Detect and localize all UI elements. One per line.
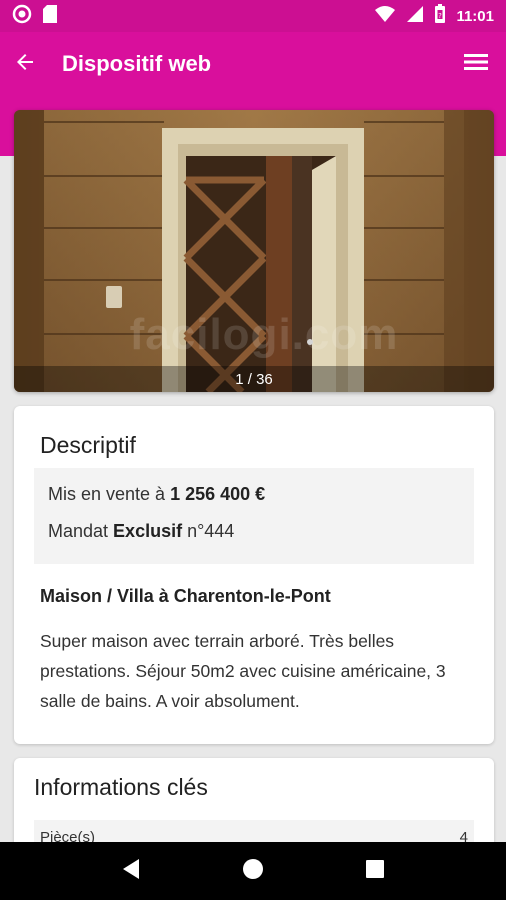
battery-icon: ? — [434, 3, 446, 29]
notification-icon — [12, 4, 32, 29]
price-box: Mis en vente à 1 256 400 € Mandat Exclus… — [34, 468, 474, 564]
arrow-left-icon — [13, 50, 37, 79]
description-card: Descriptif Mis en vente à 1 256 400 € Ma… — [14, 406, 494, 744]
back-triangle-icon — [121, 858, 141, 885]
system-nav-bar — [0, 842, 506, 900]
sd-card-icon — [42, 4, 58, 29]
property-title: Maison / Villa à Charenton-le-Pont — [40, 586, 331, 606]
nav-back-button[interactable] — [111, 851, 151, 891]
recents-square-icon — [365, 859, 385, 884]
price-prefix: Mis en vente à — [48, 484, 171, 504]
photo-counter-bar: 1 / 36 — [14, 366, 494, 392]
signal-icon — [406, 5, 424, 28]
price-value: 1 256 400 € — [170, 484, 266, 504]
key-info-heading: Informations clés — [34, 774, 208, 800]
nav-recents-button[interactable] — [355, 851, 395, 891]
price-line: Mis en vente à 1 256 400 € — [48, 484, 265, 505]
svg-text:?: ? — [439, 12, 443, 20]
mandate-type: Exclusif — [113, 521, 183, 541]
nav-home-button[interactable] — [233, 851, 273, 891]
status-bar: ? 11:01 — [0, 0, 506, 32]
page-title: Dispositif web — [62, 51, 212, 76]
photo-counter: 1 / 36 — [235, 370, 273, 388]
menu-button[interactable] — [446, 32, 506, 96]
home-circle-icon — [242, 858, 264, 885]
wifi-icon — [374, 5, 396, 28]
property-description: Super maison avec terrain arboré. Très b… — [40, 631, 446, 711]
menu-icon — [464, 50, 488, 79]
mandate-line: Mandat Exclusif n°444 — [48, 521, 234, 542]
app-bar: Dispositif web — [0, 32, 506, 96]
description-heading: Descriptif — [40, 432, 136, 458]
mandate-prefix: Mandat — [48, 521, 114, 541]
back-button[interactable] — [0, 32, 50, 96]
photo-gallery[interactable]: facilogi.com 1 / 36 — [14, 110, 494, 392]
clock: 11:01 — [456, 7, 494, 25]
mandate-number: n°444 — [182, 521, 235, 541]
watermark: facilogi.com — [129, 310, 399, 359]
